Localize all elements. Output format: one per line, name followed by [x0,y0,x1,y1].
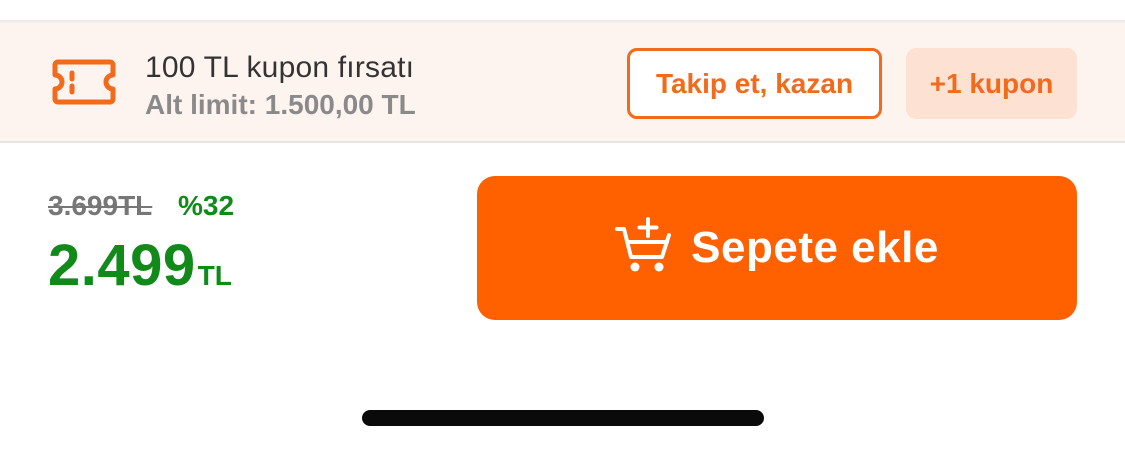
home-indicator[interactable] [362,410,764,426]
product-action-panel: 100 TL kupon fırsatı Alt limit: 1.500,00… [0,0,1125,450]
follow-and-win-button[interactable]: Takip et, kazan [627,48,882,119]
ticket-icon [52,59,116,105]
current-price: 2.499 TL [48,232,232,299]
add-to-cart-button[interactable]: Sepete ekle [477,176,1077,320]
discount-badge: %32 [178,190,235,221]
more-coupons-button[interactable]: +1 kupon [906,48,1077,119]
original-price: 3.699TL [48,190,153,221]
add-to-cart-label: Sepete ekle [691,223,939,272]
price-amount: 2.499 [48,233,196,298]
cart-add-icon [615,217,673,275]
coupon-min-limit: Alt limit: 1.500,00 TL [145,89,416,120]
coupon-banner: 100 TL kupon fırsatı Alt limit: 1.500,00… [0,23,1125,143]
price-currency: TL [197,260,232,291]
coupon-title: 100 TL kupon fırsatı [145,51,415,84]
